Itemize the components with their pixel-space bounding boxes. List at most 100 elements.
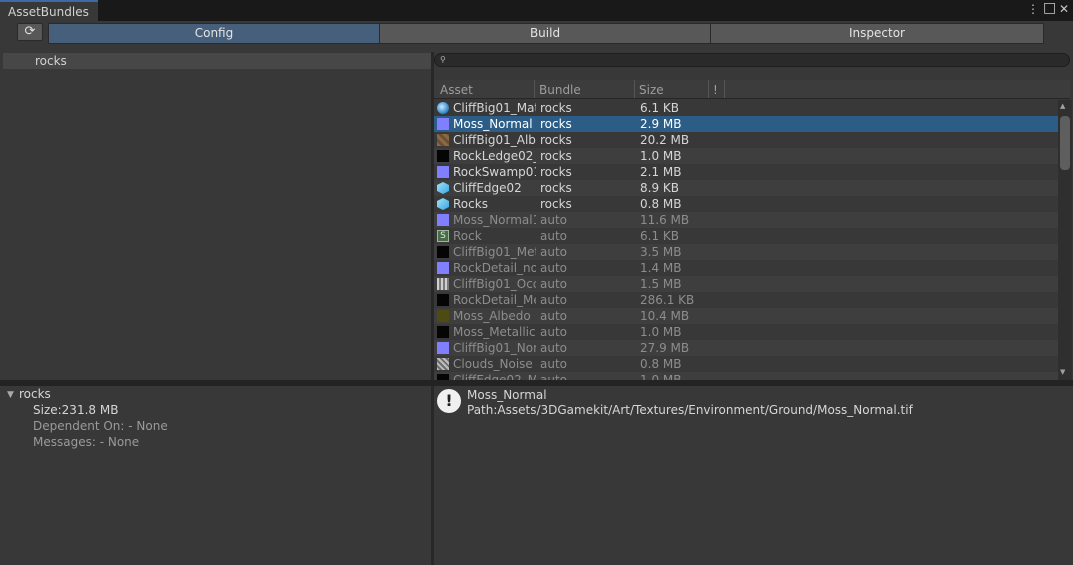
normalmap-icon [437, 166, 449, 178]
table-row[interactable]: Clouds_Noise auto 0.8 MB [434, 356, 1058, 372]
table-row[interactable]: CliffBig01_Nor auto 27.9 MB [434, 340, 1058, 356]
scroll-up-icon[interactable]: ▲ [1060, 102, 1065, 110]
table-cell-bundle: auto [540, 357, 568, 371]
table-cell-size: 0.8 MB [640, 357, 682, 371]
table-cell-bundle: auto [540, 229, 568, 243]
column-header-size[interactable]: Size [639, 83, 664, 97]
table-cell-bundle: auto [540, 309, 568, 323]
window-tab-label: AssetBundles [8, 5, 89, 19]
table-cell-size: 10.4 MB [640, 309, 690, 323]
table-cell-bundle: rocks [540, 101, 572, 115]
table-cell-asset: Moss_Normal1 [453, 213, 536, 227]
table-cell-size: 286.1 KB [640, 293, 695, 307]
search-input[interactable] [434, 53, 1070, 67]
albedo-texture-icon [437, 134, 449, 146]
table-cell-asset: RockDetail_Me [453, 293, 536, 307]
prefab-icon [437, 198, 449, 210]
table-row[interactable]: Rocks rocks 0.8 MB [434, 196, 1058, 212]
table-cell-asset: CliffEdge02 [453, 181, 522, 195]
bundle-details-name: rocks [19, 387, 51, 401]
table-cell-bundle: rocks [540, 117, 572, 131]
table-cell-size: 1.0 MB [640, 373, 682, 380]
column-header-bundle[interactable]: Bundle [539, 83, 581, 97]
normalmap-icon [437, 118, 449, 130]
tab-inspector[interactable]: Inspector [710, 23, 1044, 44]
prefab-icon [437, 182, 449, 194]
table-cell-asset: RockSwamp01 [453, 165, 536, 179]
table-row[interactable]: S Rock auto 6.1 KB [434, 228, 1058, 244]
column-divider[interactable] [534, 80, 535, 98]
table-cell-asset: Moss_Albedo [453, 309, 531, 323]
table-row[interactable]: Moss_Normal1 auto 11.6 MB [434, 212, 1058, 228]
moss-texture-icon [437, 310, 449, 322]
table-cell-size: 2.1 MB [640, 165, 682, 179]
table-cell-asset: Clouds_Noise [453, 357, 533, 371]
warning-icon: ! [437, 389, 461, 413]
refresh-icon: ⟳ [24, 24, 36, 39]
table-cell-asset: CliffBig01_Mat [453, 101, 536, 115]
table-row[interactable]: Moss_Normal rocks 2.9 MB [434, 116, 1058, 132]
table-cell-size: 6.1 KB [640, 101, 679, 115]
tab-build[interactable]: Build [379, 23, 711, 44]
table-row[interactable]: CliffBig01_Met auto 3.5 MB [434, 244, 1058, 260]
table-row[interactable]: Moss_Metallic auto 1.0 MB [434, 324, 1058, 340]
close-icon[interactable]: ✕ [1059, 2, 1069, 16]
table-cell-asset: Moss_Metallic [453, 325, 536, 339]
asset-details-path: Path:Assets/3DGamekit/Art/Textures/Envir… [467, 403, 913, 417]
maximize-icon[interactable]: □ [1043, 1, 1056, 15]
table-cell-bundle: auto [540, 213, 568, 227]
table-row[interactable]: Moss_Albedo auto 10.4 MB [434, 308, 1058, 324]
bundle-details-size: Size:231.8 MB [33, 403, 119, 417]
refresh-button[interactable]: ⟳ [17, 23, 43, 41]
table-row[interactable]: CliffEdge02 rocks 8.9 KB [434, 180, 1058, 196]
window-titlebar [0, 0, 1073, 21]
table-cell-asset: RockDetail_no [453, 261, 536, 275]
column-header-asset[interactable]: Asset [440, 83, 473, 97]
table-cell-size: 1.5 MB [640, 277, 682, 291]
table-row[interactable]: RockSwamp01 rocks 2.1 MB [434, 164, 1058, 180]
table-row[interactable]: CliffBig01_Albe rocks 20.2 MB [434, 132, 1058, 148]
table-row[interactable]: CliffBig01_Occ auto 1.5 MB [434, 276, 1058, 292]
table-cell-size: 8.9 KB [640, 181, 679, 195]
normalmap-icon [437, 342, 449, 354]
table-row[interactable]: RockLedge02_ rocks 1.0 MB [434, 148, 1058, 164]
table-cell-bundle: auto [540, 325, 568, 339]
table-cell-bundle: auto [540, 245, 568, 259]
table-row[interactable]: CliffBig01_Mat rocks 6.1 KB [434, 100, 1058, 116]
normalmap-icon [437, 214, 449, 226]
column-divider[interactable] [634, 80, 635, 98]
table-cell-bundle: rocks [540, 197, 572, 211]
bundle-list-item[interactable]: rocks [3, 53, 431, 69]
column-divider[interactable] [708, 80, 709, 98]
table-row[interactable]: CliffEdge02_M auto 1.0 MB [434, 372, 1058, 380]
table-cell-bundle: auto [540, 373, 568, 380]
table-row[interactable]: RockDetail_Me auto 286.1 KB [434, 292, 1058, 308]
scrollbar-thumb[interactable] [1060, 116, 1070, 170]
kebab-menu-icon[interactable]: ⋮ [1027, 2, 1039, 16]
bundle-details-dependencies: Dependent On: - None [33, 419, 168, 433]
table-cell-size: 2.9 MB [640, 117, 682, 131]
table-row[interactable]: RockDetail_no auto 1.4 MB [434, 260, 1058, 276]
table-cell-size: 27.9 MB [640, 341, 690, 355]
table-cell-bundle: auto [540, 341, 568, 355]
column-header-warning[interactable]: ! [713, 83, 718, 97]
table-cell-bundle: rocks [540, 133, 572, 147]
scroll-down-icon[interactable]: ▼ [1060, 368, 1065, 376]
table-cell-size: 0.8 MB [640, 197, 682, 211]
table-cell-bundle: auto [540, 277, 568, 291]
window-tab[interactable]: AssetBundles [0, 0, 98, 21]
table-cell-asset: CliffBig01_Occ [453, 277, 536, 291]
tab-config[interactable]: Config [48, 23, 380, 44]
column-divider[interactable] [724, 80, 725, 98]
expand-arrow-icon[interactable]: ▼ [7, 390, 14, 400]
material-icon [437, 102, 449, 114]
table-cell-bundle: auto [540, 261, 568, 275]
table-cell-size: 6.1 KB [640, 229, 679, 243]
black-texture-icon [437, 294, 449, 306]
table-cell-asset: CliffBig01_Met [453, 245, 536, 259]
black-texture-icon [437, 150, 449, 162]
table-cell-asset: Rocks [453, 197, 488, 211]
normalmap-icon [437, 262, 449, 274]
search-icon: ⚲ [440, 55, 446, 64]
occlusion-texture-icon [437, 278, 449, 290]
